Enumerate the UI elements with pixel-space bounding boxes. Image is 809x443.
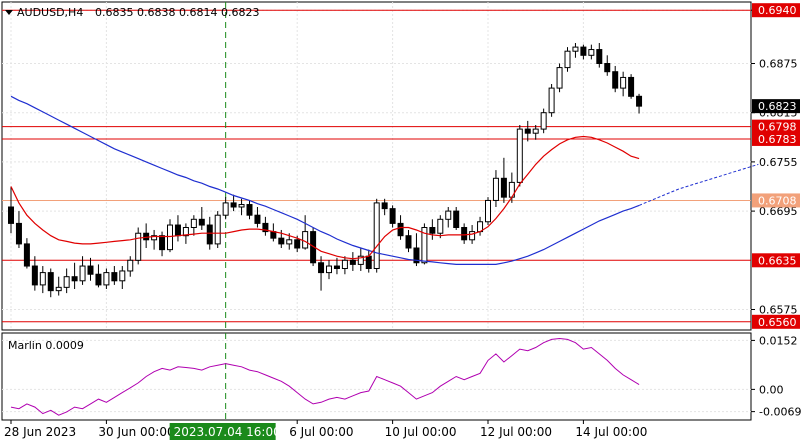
candle-body xyxy=(135,232,142,261)
candle-body xyxy=(540,112,547,130)
candle-body xyxy=(453,210,460,229)
level-label-text: 0.6783 xyxy=(758,133,797,146)
candle-body xyxy=(620,76,627,89)
time-label: 30 Jun 00:00 xyxy=(98,425,174,439)
candle-body xyxy=(39,272,46,286)
time-label: 10 Jul 00:00 xyxy=(385,425,457,439)
candle-body xyxy=(87,265,94,275)
indicator-tick-label: 0.0152 xyxy=(759,334,798,347)
candle-body xyxy=(214,214,221,245)
candle-body xyxy=(31,265,38,286)
candle-body xyxy=(95,273,102,286)
candle-body xyxy=(341,259,348,269)
candle-body xyxy=(15,222,22,245)
cursor-time-label: 2023.07.04 16:00 xyxy=(174,425,281,439)
candle-body xyxy=(111,272,118,282)
candle-body xyxy=(381,202,388,210)
candle-body xyxy=(278,237,285,245)
indicator-name: Marlin 0.0009 xyxy=(8,339,84,352)
candle-body xyxy=(389,208,396,224)
symbol-label: AUDUSD,H4 xyxy=(17,6,83,19)
ohlc-readout: 0.6835 0.6838 0.6814 0.6823 xyxy=(95,6,259,19)
candle-body xyxy=(198,218,205,226)
time-label: 12 Jul 00:00 xyxy=(480,425,552,439)
candle-body xyxy=(23,243,30,267)
candle-body xyxy=(596,49,603,65)
candle-body xyxy=(500,177,507,198)
time-label: 6 Jul 00:00 xyxy=(289,425,353,439)
price-tick-label: 0.6875 xyxy=(759,58,798,71)
indicator-tick-label: 0.00 xyxy=(759,383,784,396)
price-tick-label: 0.6575 xyxy=(759,304,798,317)
candle-body xyxy=(397,222,404,237)
time-label: 14 Jul 00:00 xyxy=(575,425,647,439)
price-axis: 0.69400.68750.68150.67550.66950.6575 xyxy=(751,4,798,317)
candle-body xyxy=(174,224,181,237)
candle-body xyxy=(572,46,579,52)
candle-body xyxy=(469,231,476,241)
price-tick-label: 0.6755 xyxy=(759,156,798,169)
time-axis: 28 Jun 2023 30 Jun 00:00 6 Jul 00:00 10 Jul… xyxy=(4,420,647,440)
candle-body xyxy=(604,63,611,73)
candle-body xyxy=(365,255,372,270)
candle-body xyxy=(588,49,595,56)
candle-body xyxy=(63,276,70,288)
level-label-text: 0.6635 xyxy=(758,254,797,267)
candle-body xyxy=(485,199,491,223)
candle-body xyxy=(556,67,563,89)
candle-body xyxy=(79,265,86,282)
candle-body xyxy=(127,259,134,272)
level-label-text: 0.6798 xyxy=(758,121,797,134)
level-label-text: 0.6940 xyxy=(758,4,797,17)
candle-body xyxy=(612,71,619,89)
candle-body xyxy=(445,210,452,220)
candle-body xyxy=(246,204,253,216)
candle-body xyxy=(405,235,412,249)
candle-body xyxy=(55,286,62,292)
candle-body xyxy=(524,128,531,134)
current-price-label: 0.6823 xyxy=(752,99,800,114)
candle-body xyxy=(230,202,237,208)
candle-body xyxy=(167,224,173,251)
candle-body xyxy=(222,202,229,216)
candle-body xyxy=(302,231,309,249)
indicator-axis: 0.0152 0.00 -0.0069 xyxy=(751,334,801,419)
level-label-text: 0.6708 xyxy=(758,194,797,207)
candle-body xyxy=(516,128,523,183)
candle-body xyxy=(580,46,587,56)
candle-body xyxy=(71,276,78,282)
candle-body xyxy=(159,235,166,251)
candle-body xyxy=(461,227,468,241)
candle-body xyxy=(294,239,301,249)
candle-body xyxy=(206,224,213,245)
candle-body xyxy=(286,239,293,245)
chart-canvas[interactable]: 0.69400.68750.68150.67550.66950.6575 0.0… xyxy=(0,0,809,443)
candle-body xyxy=(47,272,54,292)
candle-body xyxy=(143,232,150,241)
candle-body xyxy=(532,128,539,134)
level-label-text: 0.6560 xyxy=(758,316,797,329)
candle-body xyxy=(373,202,380,269)
candle-body xyxy=(270,231,277,239)
candle-body xyxy=(254,214,261,224)
candle-body xyxy=(636,95,643,107)
current-price-text: 0.6823 xyxy=(758,100,797,113)
candle-body xyxy=(628,76,635,97)
candle-body xyxy=(119,270,126,282)
candle-body xyxy=(318,262,325,274)
indicator-tick-label: -0.0069 xyxy=(759,406,801,419)
candle-body xyxy=(103,272,110,286)
candle-body xyxy=(8,206,14,224)
candle-body xyxy=(548,87,555,114)
candle-body xyxy=(437,218,444,234)
candle-body xyxy=(333,265,340,270)
candle-body xyxy=(492,177,499,201)
candle-body xyxy=(190,218,197,229)
candle-body xyxy=(349,259,356,265)
candle-body xyxy=(238,204,245,208)
candle-body xyxy=(564,50,571,69)
candle-body xyxy=(326,265,332,274)
candle-body xyxy=(429,227,436,234)
time-label: 28 Jun 2023 xyxy=(4,425,76,439)
